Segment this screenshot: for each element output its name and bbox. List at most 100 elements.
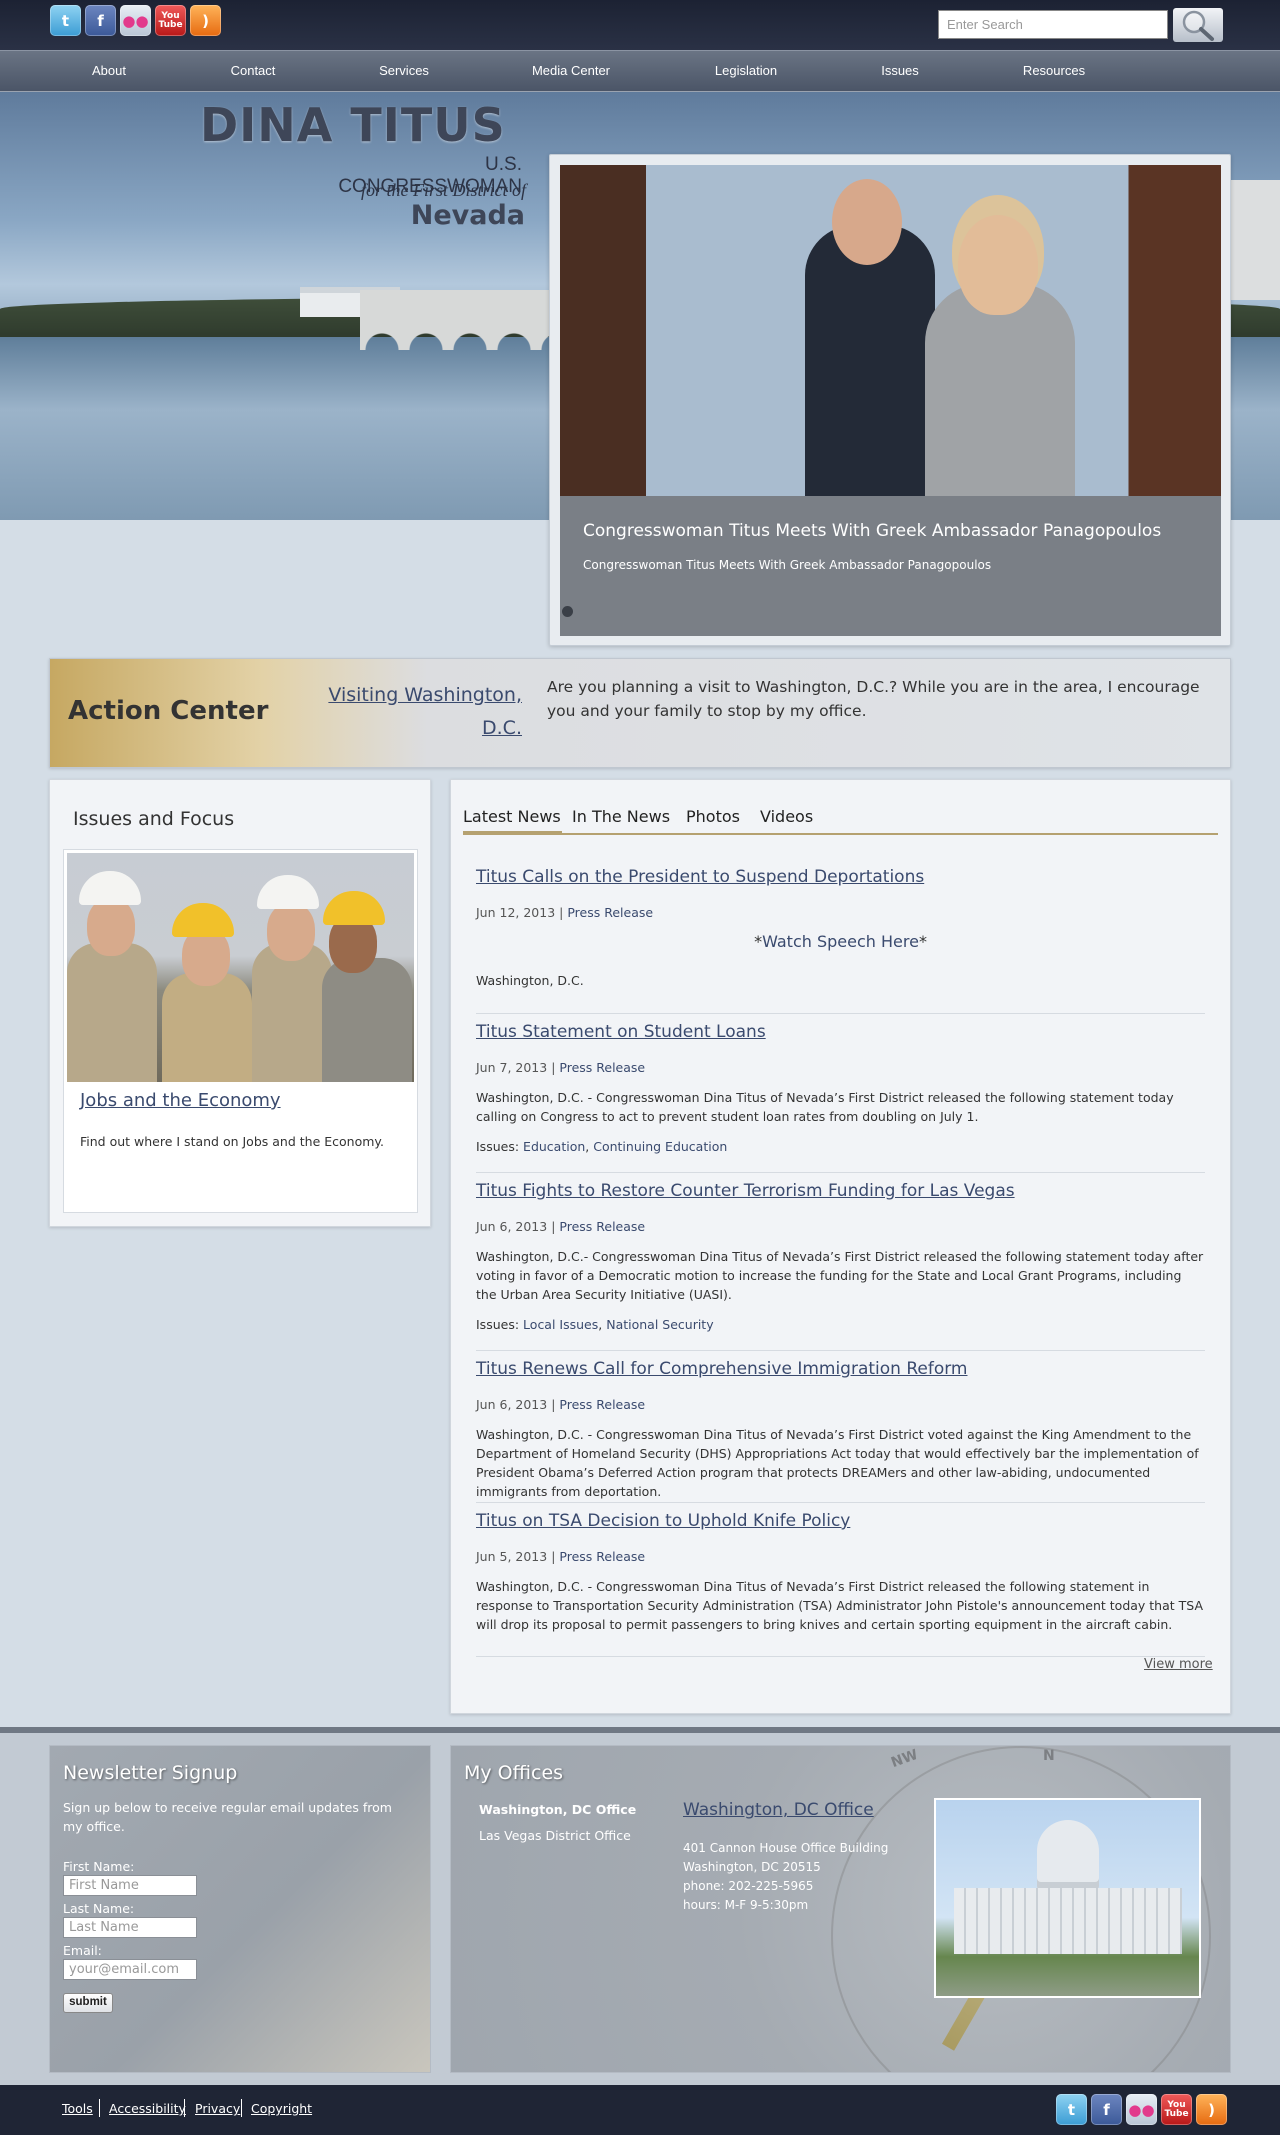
article-category-link[interactable]: Press Release [559,1060,645,1075]
newsletter-text: Sign up below to receive regular email u… [63,1800,392,1834]
news-tabs: Latest News In The News Photos Videos [463,804,1218,835]
tab-photos[interactable]: Photos [686,804,740,835]
slide-photo[interactable] [560,165,1221,496]
search-button[interactable] [1173,8,1223,42]
newsletter-signup: Newsletter Signup Sign up below to recei… [49,1745,431,2073]
slide-title[interactable]: Congresswoman Titus Meets With Greek Amb… [583,521,1161,541]
article-date: Jun 6, 2013 [476,1397,548,1412]
facebook-icon[interactable]: f [85,5,116,36]
visiting-washington-link[interactable]: Visiting Washington, D.C. [295,679,522,745]
office-tab-washington[interactable]: Washington, DC Office [479,1802,636,1817]
nav-contact[interactable]: Contact [231,63,276,78]
slide-pager-dot[interactable] [562,606,573,617]
issues-title: Issues and Focus [73,808,235,830]
article-category-link[interactable]: Press Release [559,1219,645,1234]
first-name-field[interactable]: First Name [63,1875,197,1896]
flickr-icon[interactable]: ●● [120,5,151,36]
compass-label-n: N [1043,1748,1055,1764]
footer-link-tools[interactable]: Tools [62,2101,93,2116]
featured-slider: Congresswoman Titus Meets With Greek Amb… [549,154,1231,646]
email-field[interactable]: your@email.com [63,1959,197,1980]
article-divider [476,1656,1205,1657]
article-title-link[interactable]: Titus Renews Call for Comprehensive Immi… [476,1359,967,1379]
nav-media-center[interactable]: Media Center [532,63,610,78]
twitter-icon[interactable]: t [50,5,81,36]
article-category-link[interactable]: Press Release [559,1397,645,1412]
issue-photo[interactable] [67,853,414,1082]
search-icon [1182,10,1214,41]
article-category-link[interactable]: Press Release [567,905,653,920]
tab-latest-news[interactable]: Latest News [463,804,562,835]
office-phone: phone: 202-225-5965 [683,1879,814,1893]
worker-face [87,898,135,956]
slide-person-titus-head [958,215,1038,315]
issue-tag-link[interactable]: National Security [606,1317,713,1332]
search-input[interactable]: Enter Search [938,10,1168,39]
nav-services[interactable]: Services [379,63,429,78]
social-links-bottom: t f ●● You Tube ) [1056,2094,1227,2125]
article-date: Jun 7, 2013 [476,1060,548,1075]
flickr-icon[interactable]: ●● [1126,2094,1157,2125]
office-city: Washington, DC 20515 [683,1860,821,1874]
article-title-link[interactable]: Titus Calls on the President to Suspend … [476,867,924,887]
article-title-link[interactable]: Titus Fights to Restore Counter Terroris… [476,1181,1015,1201]
article-body: Washington, D.C. - Congresswoman Dina Ti… [476,1090,1174,1124]
issues-label: Issues: [476,1139,520,1154]
rss-icon[interactable]: ) [190,5,221,36]
article-category-link[interactable]: Press Release [559,1549,645,1564]
article-title-link[interactable]: Titus Statement on Student Loans [476,1022,766,1042]
article-title-link[interactable]: Titus on TSA Decision to Uphold Knife Po… [476,1511,850,1531]
watch-speech-link[interactable]: Watch Speech Here [762,932,919,951]
nav-about[interactable]: About [92,63,126,78]
top-bar: t f ●● You Tube ) Enter Search [0,0,1280,50]
capitol-dome [1037,1820,1099,1890]
tab-videos[interactable]: Videos [760,804,813,835]
footer-link-accessibility[interactable]: Accessibility [109,2101,186,2116]
slide-person-ambassador [805,225,935,496]
offices-title: My Offices [464,1762,564,1784]
nav-issues[interactable]: Issues [881,63,919,78]
nav-resources[interactable]: Resources [1023,63,1085,78]
youtube-icon[interactable]: You Tube [1161,2094,1192,2125]
compass-label-nw: NW [889,1746,921,1772]
main-nav: About Contact Services Media Center Legi… [0,50,1280,92]
site-state: Nevada [410,200,525,231]
footer-link-privacy[interactable]: Privacy [195,2101,240,2116]
news-article: Titus Statement on Student Loans Jun 7, … [476,1022,1205,1154]
slide-caption: Congresswoman Titus Meets With Greek Amb… [560,496,1221,636]
watch-prefix: * [754,932,763,951]
office-tab-las-vegas[interactable]: Las Vegas District Office [479,1828,631,1843]
bottom-bar: Tools Accessibility Privacy Copyright t … [0,2085,1280,2135]
footer-link-copyright[interactable]: Copyright [251,2101,312,2116]
footer-separator [99,2099,100,2117]
tab-in-the-news[interactable]: In The News [572,804,670,835]
site-title[interactable]: DINA TITUS [200,98,506,152]
submit-button[interactable]: submit [63,1993,113,2013]
jobs-economy-link[interactable]: Jobs and the Economy [80,1090,281,1111]
issue-tag-link[interactable]: Continuing Education [593,1139,727,1154]
facebook-icon[interactable]: f [1091,2094,1122,2125]
site-district: for the First District of [360,180,526,200]
news-article: Titus Renews Call for Comprehensive Immi… [476,1359,1205,1501]
issue-tag-link[interactable]: Local Issues [523,1317,598,1332]
article-divider [476,1172,1205,1173]
issue-description: Find out where I stand on Jobs and the E… [80,1134,384,1149]
article-date: Jun 6, 2013 [476,1219,548,1234]
worker-body [67,943,157,1082]
action-center-title: Action Center [68,696,269,726]
hard-hat [323,891,385,925]
rss-icon[interactable]: ) [1196,2094,1227,2125]
footer-separator [241,2099,242,2117]
youtube-icon[interactable]: You Tube [155,5,186,36]
news-article: Titus Fights to Restore Counter Terroris… [476,1181,1205,1332]
office-name-link[interactable]: Washington, DC Office [683,1800,874,1820]
action-center: Action Center Visiting Washington, D.C. … [49,658,1231,768]
article-body: Washington, D.C. - Congresswoman Dina Ti… [476,1579,1203,1632]
issues-label: Issues: [476,1317,520,1332]
nav-legislation[interactable]: Legislation [715,63,777,78]
news-panel: Latest News In The News Photos Videos Ti… [450,779,1231,1714]
twitter-icon[interactable]: t [1056,2094,1087,2125]
last-name-field[interactable]: Last Name [63,1917,197,1938]
issue-tag-link[interactable]: Education [523,1139,585,1154]
view-more-link[interactable]: View more [1144,1657,1213,1672]
